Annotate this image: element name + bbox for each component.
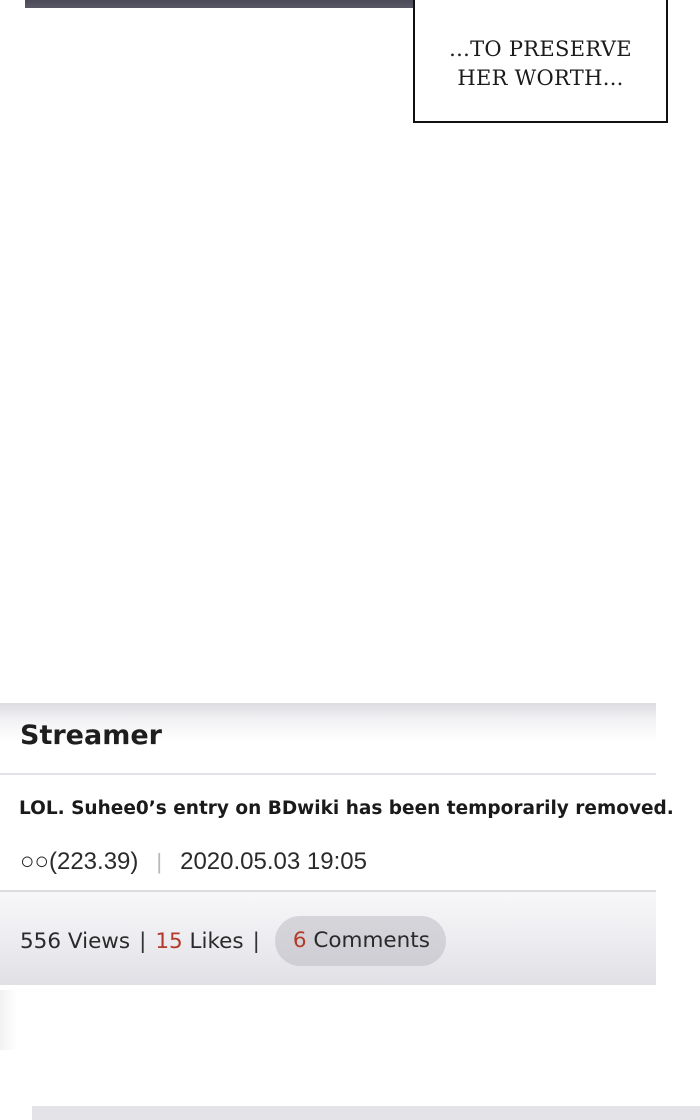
comic-panel-edge [25, 0, 425, 8]
post-stats-bar: 556 Views | 15 Likes | 6 Comments [0, 892, 656, 985]
likes-count: 15 [155, 928, 183, 954]
post-header: Streamer [0, 703, 656, 773]
comments-button[interactable]: 6 Comments [274, 916, 446, 966]
next-panel-edge [32, 1106, 700, 1120]
post-timestamp: 2020.05.03 19:05 [180, 848, 367, 875]
stats-row: 556 Views | 15 Likes | 6 Comments [20, 916, 446, 966]
post-title[interactable]: LOL. Suhee0’s entry on BDwiki has been t… [19, 798, 674, 819]
narration-caption-box: ...TO PRESERVE HER WORTH... [413, 0, 668, 123]
post-meta-row: ○○(223.39) | 2020.05.03 19:05 [20, 848, 367, 876]
likes-stat[interactable]: 15 Likes [155, 929, 243, 954]
webtoon-page: ...TO PRESERVE HER WORTH... Streamer LOL… [0, 0, 700, 1120]
post-category-label: Streamer [20, 720, 162, 751]
post-author[interactable]: ○○(223.39) [20, 848, 138, 876]
comments-label: Comments [306, 928, 430, 953]
divider [0, 773, 656, 775]
stats-separator: | [139, 928, 147, 954]
background-shade [0, 990, 18, 1050]
forum-post-card: Streamer LOL. Suhee0’s entry on BDwiki h… [0, 703, 674, 985]
views-count: 556 Views [20, 928, 131, 954]
caption-line-2: HER WORTH... [457, 65, 624, 90]
meta-separator: | [156, 849, 163, 874]
caption-line-1: ...TO PRESERVE [449, 36, 632, 61]
stats-separator: | [252, 928, 260, 954]
narration-caption-text: ...TO PRESERVE HER WORTH... [449, 35, 632, 93]
comments-count: 6 [292, 928, 307, 953]
likes-label: Likes [182, 928, 244, 954]
